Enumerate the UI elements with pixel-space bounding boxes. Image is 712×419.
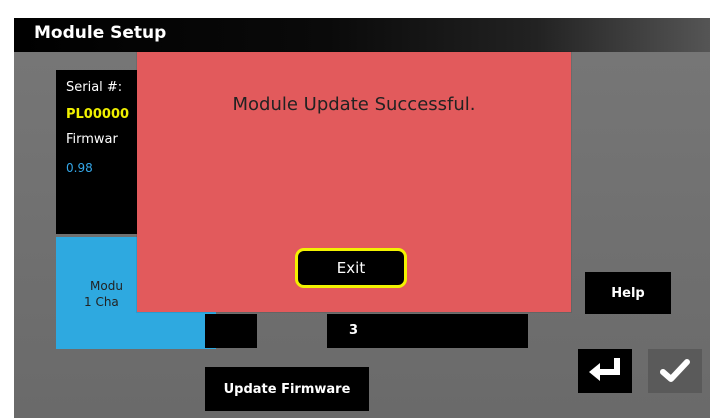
dialog-message: Module Update Successful.: [232, 94, 476, 115]
return-arrow-icon: [589, 358, 620, 381]
module-setup-screen: Module Setup Serial #: PL00000 Firmwar 0…: [14, 18, 710, 418]
help-button[interactable]: Help: [585, 272, 671, 314]
serial-label: Serial #:: [66, 80, 123, 95]
channel-field[interactable]: 3: [327, 314, 528, 348]
firmware-value: 0.98: [66, 161, 93, 175]
page-title: Module Setup: [34, 23, 167, 43]
module-card-title: Modu: [90, 279, 123, 293]
title-bar: Module Setup: [14, 18, 710, 52]
update-success-dialog: Module Update Successful. Exit: [137, 52, 571, 312]
serial-value: PL00000: [66, 107, 130, 122]
back-button[interactable]: [578, 349, 632, 393]
update-firmware-button[interactable]: Update Firmware: [205, 367, 369, 411]
checkmark-icon: [660, 359, 690, 382]
firmware-label: Firmwar: [66, 132, 118, 147]
channel-field-value: 3: [349, 323, 359, 338]
confirm-button[interactable]: [648, 349, 702, 393]
module-field[interactable]: [205, 314, 257, 348]
exit-button[interactable]: Exit: [295, 248, 407, 288]
module-card-channels: 1 Cha: [84, 295, 119, 309]
